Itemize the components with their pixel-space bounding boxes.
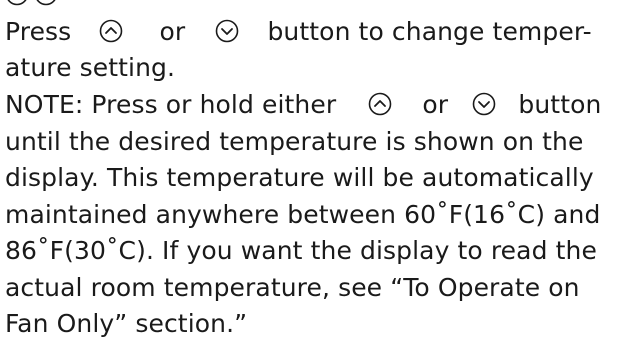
- note-line-6: actual room temperature, see “To Operate…: [5, 270, 580, 306]
- note-text-3: display. This temperature will be automa…: [5, 163, 594, 192]
- up-button-icon: [368, 92, 392, 116]
- or-text: or: [159, 17, 186, 46]
- note-start: NOTE: Press or hold either: [5, 90, 337, 119]
- instruction-line-1: Press or button to change temper-: [5, 14, 592, 50]
- note-line-1: NOTE: Press or hold either or button: [5, 87, 601, 123]
- note-line-7: Fan Only” section.”: [5, 306, 247, 342]
- note-text-4: maintained anywhere between 60˚F(16˚C) a…: [5, 200, 601, 229]
- note-button-text: button: [518, 90, 602, 119]
- instruction-text-cont: ature setting.: [5, 53, 176, 82]
- note-line-2: until the desired temperature is shown o…: [5, 124, 583, 160]
- up-button-icon: [5, 0, 29, 6]
- manual-page: Press or button to change temper- ature …: [5, 0, 641, 350]
- note-line-3: display. This temperature will be automa…: [5, 160, 594, 196]
- note-text-7: Fan Only” section.”: [5, 309, 248, 338]
- down-button-icon: [34, 0, 58, 6]
- instruction-text: button to change temper-: [267, 17, 592, 46]
- note-line-5: 86˚F(30˚C). If you want the display to r…: [5, 233, 597, 269]
- press-text: Press: [5, 17, 72, 46]
- note-text-6: actual room temperature, see “To Operate…: [5, 273, 580, 302]
- down-button-icon: [472, 92, 496, 116]
- up-button-icon: [99, 19, 123, 43]
- note-text-2: until the desired temperature is shown o…: [5, 127, 584, 156]
- down-button-icon: [215, 19, 239, 43]
- instruction-line-2: ature setting.: [5, 50, 175, 86]
- note-text-5: 86˚F(30˚C). If you want the display to r…: [5, 236, 597, 265]
- note-line-4: maintained anywhere between 60˚F(16˚C) a…: [5, 197, 600, 233]
- note-or-text: or: [422, 90, 449, 119]
